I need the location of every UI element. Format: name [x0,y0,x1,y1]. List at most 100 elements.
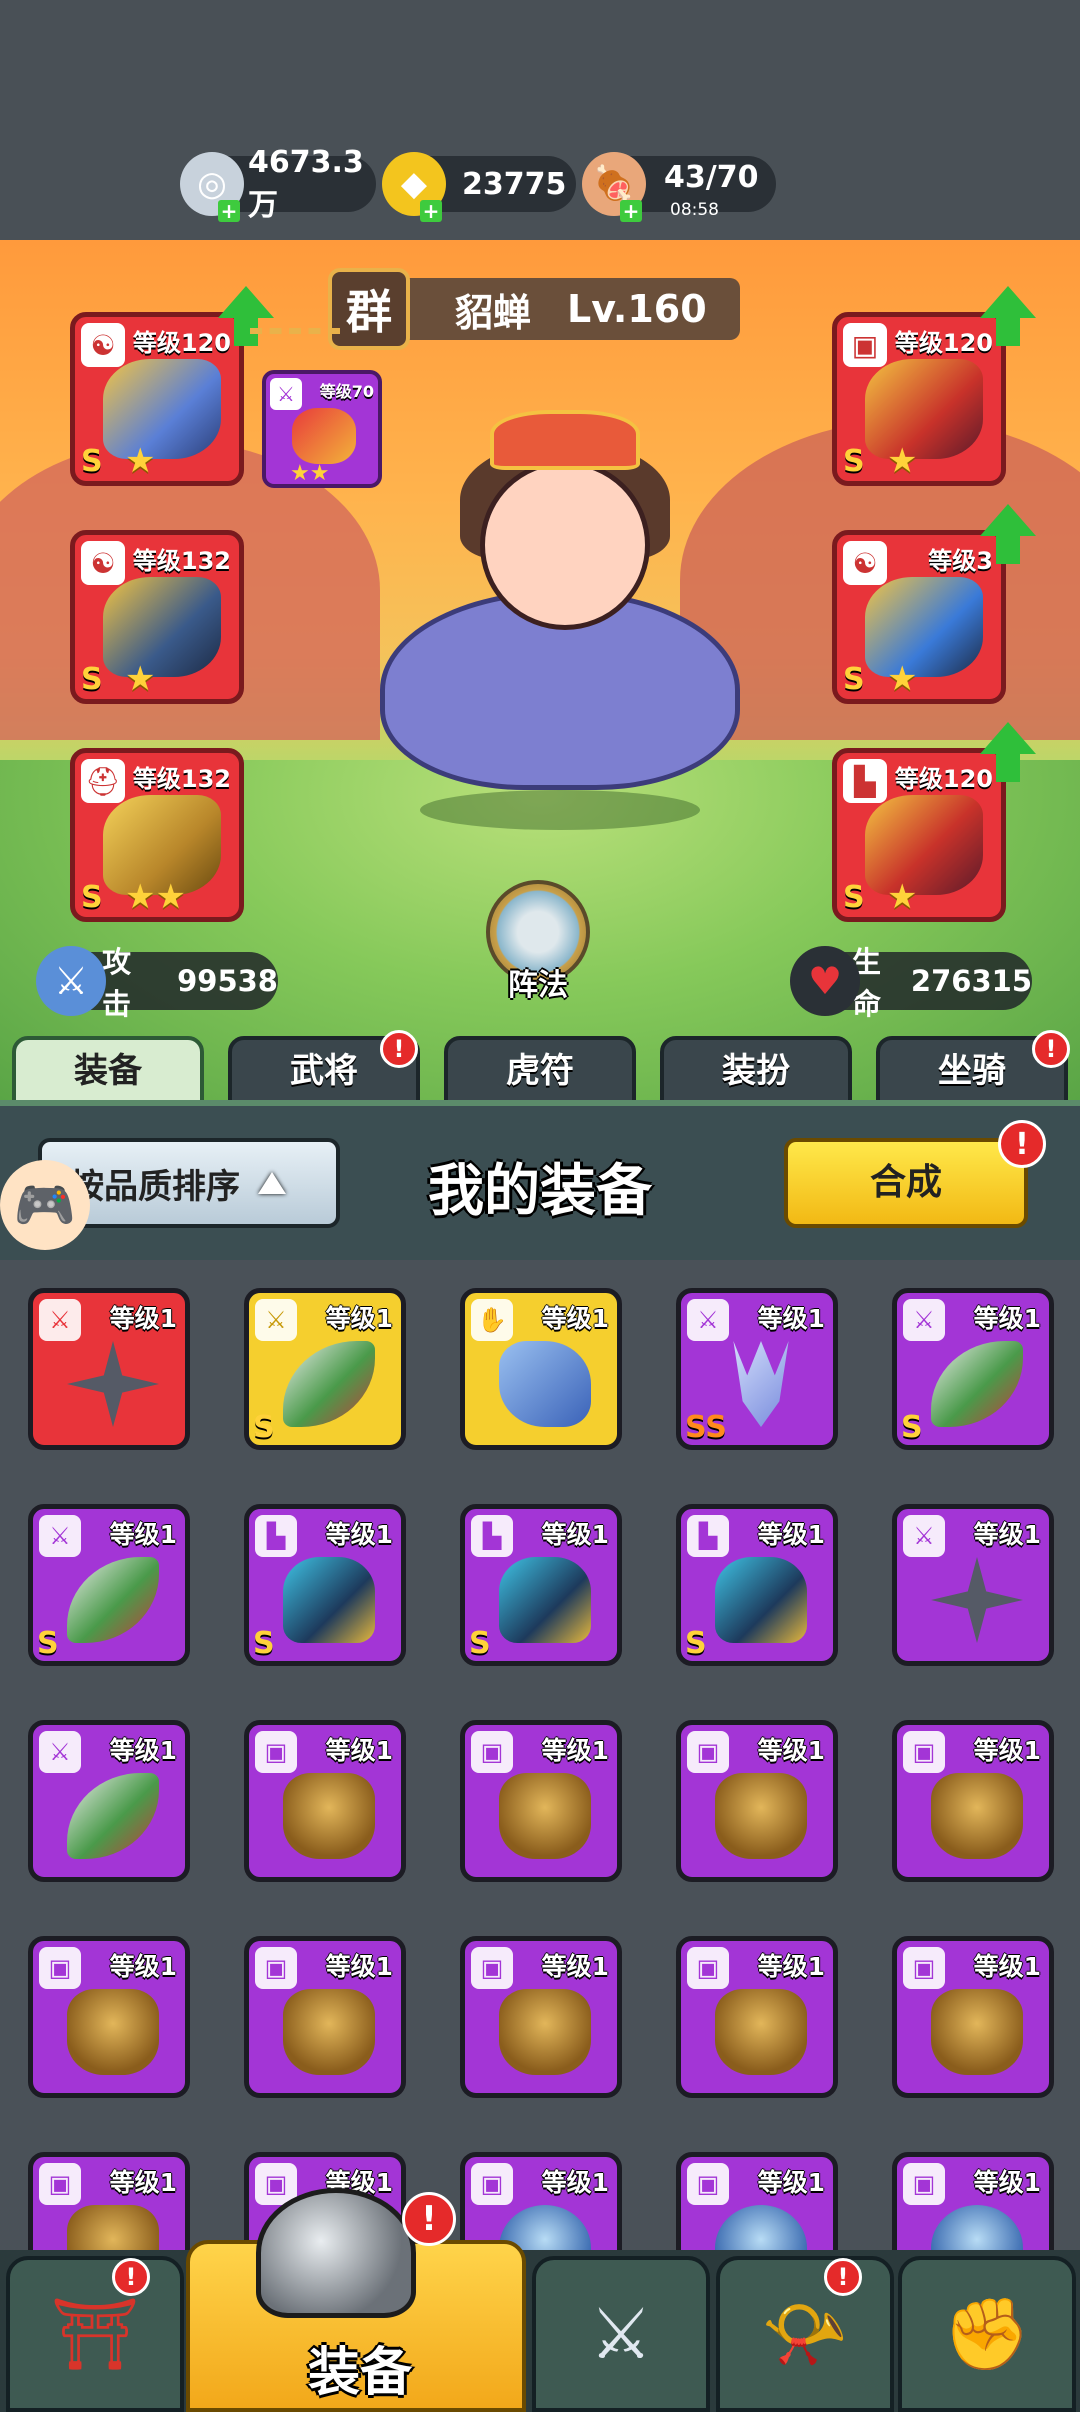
silver-resource[interactable]: ◎ + 4673.3万 [180,145,376,223]
inventory-item[interactable]: ▣ 等级1 [460,1720,622,1882]
combine-button[interactable]: 合成 [784,1138,1028,1228]
inventory-item[interactable]: ⚔ 等级1 S [244,1288,406,1450]
shuriken-icon [67,1341,159,1427]
inventory-item[interactable]: ⚔ 等级1 S [892,1288,1054,1450]
hp-value: 276315 [910,964,1032,998]
equip-rank: S [81,880,103,915]
formation-label[interactable]: 阵法 [470,960,606,1004]
inventory-item[interactable]: ▣ 等级1 [676,1720,838,1882]
item-level: 等级1 [757,1520,825,1549]
stamina-timer: 08:58 [670,200,719,220]
upgrade-arrow-icon [980,286,1036,346]
item-level: 等级1 [541,1736,609,1765]
item-level: 等级1 [541,2168,609,2197]
boots-type-icon: ▙ [471,1515,513,1557]
blade-icon [67,1773,159,1859]
sword-icon: ⚔ [270,378,302,410]
weapon-type-icon: ⚔ [39,1515,81,1557]
tab-outfit[interactable]: 装扮 [660,1036,852,1108]
fist-icon: ✊ [943,2292,1031,2375]
inventory-item[interactable]: ▣ 等级1 [676,1936,838,2098]
equip-rank: S [81,662,103,697]
stamina-resource[interactable]: 🍖 + 43/70 08:58 [582,152,776,222]
inventory-item[interactable]: ⚔ 等级1 [28,1288,190,1450]
upgrade-arrow-icon [980,504,1036,564]
upgrade-arrow-icon [980,722,1036,782]
equip-level: 等级120 [132,329,231,357]
boots-type-icon: ▙ [255,1515,297,1557]
inventory-item[interactable]: ▙ 等级1 S [676,1504,838,1666]
weapon-icon [103,359,221,459]
game-screen: ◎ + 4673.3万 ◆ + 23775 🍖 + 43/70 08:58 群 … [0,0,1080,2412]
sort-label: 按品质排序 [70,1166,240,1207]
hero-shadow [420,790,700,830]
blade-icon [67,1557,159,1643]
armor-type-icon: ▣ [471,2163,513,2205]
item-level: 等级1 [325,1520,393,1549]
armor-type-icon: ▣ [39,2163,81,2205]
alert-icon: ! [998,1120,1046,1168]
gamepad-icon[interactable]: 🎮 [0,1160,90,1250]
item-level: 等级1 [541,1304,609,1333]
armor-type-icon: ▣ [471,1947,513,1989]
inventory-item[interactable]: ⚔ 等级1 S [28,1504,190,1666]
weapon-type-icon: ⚔ [39,1731,81,1773]
faction-badge: 群 [328,268,410,350]
nav-recruit[interactable]: 📯 [716,2256,894,2412]
inventory-item[interactable]: ⚔ 等级1 SS [676,1288,838,1450]
armor-type-icon: ▣ [687,1947,729,1989]
inventory-item[interactable]: ▣ 等级1 [244,1936,406,2098]
tab-tiger-tally[interactable]: 虎符 [444,1036,636,1108]
inventory-item[interactable]: ▣ 等级1 [244,1720,406,1882]
item-level: 等级1 [757,1304,825,1333]
item-rank: S [253,1626,275,1661]
inventory-item[interactable]: ▣ 等级1 [28,1936,190,2098]
hero-character[interactable] [360,380,760,880]
item-level: 等级1 [109,1736,177,1765]
hero-crown [490,410,640,470]
inventory-item[interactable]: ▣ 等级1 [676,2152,838,2262]
inventory-item[interactable]: ▣ 等级1 [460,1936,622,2098]
inventory-item[interactable]: ⚔ 等级1 [28,1720,190,1882]
gate-icon: ⛩ [50,2292,140,2375]
alert-icon: ! [380,1030,418,1068]
nav-upgrade[interactable]: ✊ [898,2256,1076,2412]
add-silver-icon[interactable]: + [218,200,240,222]
inventory-item[interactable]: ▣ 等级1 [892,1720,1054,1882]
item-level: 等级1 [973,1952,1041,1981]
item-level: 等级1 [109,1952,177,1981]
armor-type-icon: ▣ [903,2163,945,2205]
gold-resource[interactable]: ◆ + 23775 [382,152,576,222]
armor-icon [499,1989,591,2075]
inventory-item[interactable]: ▙ 等级1 S [460,1504,622,1666]
stamina-value: 43/70 [664,159,759,195]
heart-icon: ♥ [790,946,860,1016]
hero-stage: 群 貂蝉 Lv.160 ☯ 等级120 S ★ ⚔ 等级70 ★★ ☯ 等级13… [0,240,1080,1100]
equip-slot-helmet[interactable]: ⛑ 等级132 S ★★ [70,748,244,922]
inventory-item[interactable]: ▣ 等级1 [892,1936,1054,2098]
item-level: 等级1 [973,1304,1041,1333]
tab-equipment[interactable]: 装备 [12,1036,204,1108]
nav-gate[interactable]: ⛩ [6,2256,184,2412]
attack-label: 攻击 [102,945,132,1021]
inventory-item[interactable]: ▣ 等级1 [28,2152,190,2262]
equip-level: 等级132 [132,765,231,793]
boots-type-icon: ▙ [687,1515,729,1557]
equip-slot-accessory[interactable]: ☯ 等级132 S ★ [70,530,244,704]
weapon-type-icon: ⚔ [903,1299,945,1341]
inventory-item[interactable]: ▣ 等级1 [892,2152,1054,2262]
inventory-item[interactable]: ▙ 等级1 S [244,1504,406,1666]
armor-type-icon: ▣ [903,1731,945,1773]
inventory-item[interactable]: ⚔ 等级1 [892,1504,1054,1666]
add-gold-icon[interactable]: + [420,200,442,222]
blade-icon [931,1341,1023,1427]
alert-icon: ! [824,2258,862,2296]
item-level: 等级1 [325,1304,393,1333]
add-stamina-icon[interactable]: + [620,200,642,222]
equip-stars: ★ [125,659,156,699]
inventory-item[interactable]: ✋ 等级1 [460,1288,622,1450]
nav-battle[interactable]: ⚔ [532,2256,710,2412]
nav-equipment-label: 装备 [307,2343,412,2403]
armor-icon [715,1773,807,1859]
shuriken-icon [931,1557,1023,1643]
